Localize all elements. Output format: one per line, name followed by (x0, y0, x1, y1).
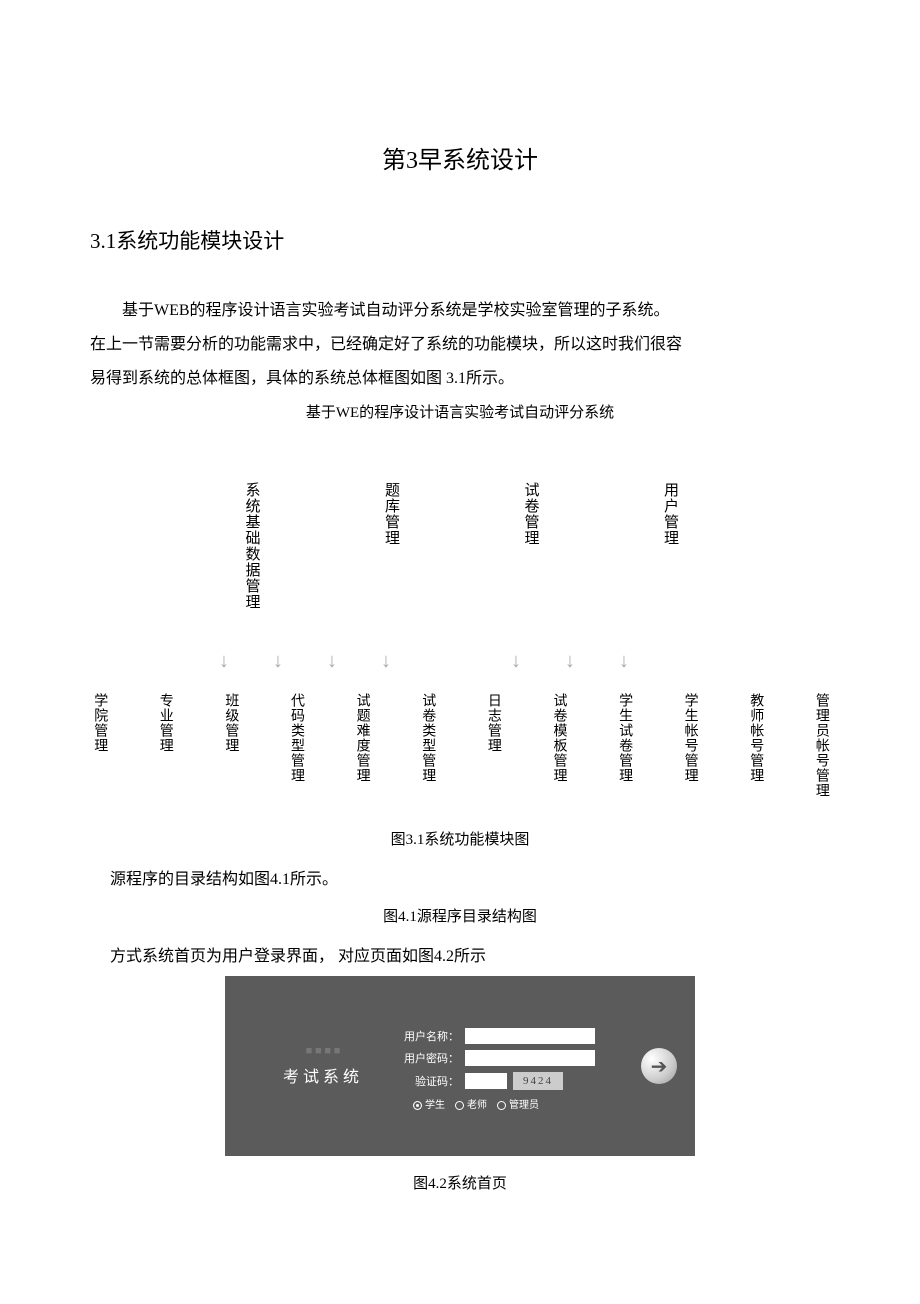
captcha-input[interactable] (465, 1073, 507, 1089)
diagram-root-title: 基于WE的程序设计语言实验考试自动评分系统 (90, 401, 830, 422)
tier2-node: 日志管理 (484, 693, 502, 798)
tier1-node: 题库管理 (381, 482, 401, 610)
username-label: 用户名称： (403, 1028, 459, 1044)
password-input[interactable] (465, 1050, 595, 1066)
tier2-node: 学生试卷管理 (615, 693, 633, 798)
homepage-line: 方式系统首页为用户登录界面， 对应页面如图4.2所示 (110, 942, 830, 966)
tier2-node: 代码类型管理 (287, 693, 305, 798)
tier2-node: 管理员帐号管理 (812, 693, 830, 798)
module-diagram: 系统基础数据管理 题库管理 试卷管理 用户管理 ↓ ↓ ↓ ↓ ↓ ↓ ↓ 学院… (90, 482, 830, 849)
arrow-right-icon: ➔ (651, 1054, 668, 1079)
tier1-node: 用户管理 (660, 482, 680, 610)
section-title: 3.1系统功能模块设计 (90, 225, 830, 255)
login-form: 用户名称： 用户密码： 验证码： 9424 学生 老师 管理员 (403, 1022, 627, 1111)
arrow-down-icon: ↓ (610, 650, 638, 673)
tier2-node: 班级管理 (221, 693, 239, 798)
brand-faded: ■ ■ ■ ■ (243, 1045, 403, 1057)
arrow-down-icon: ↓ (556, 650, 584, 673)
captcha-image: 9424 (513, 1072, 563, 1090)
tier2-node: 学生帐号管理 (680, 693, 698, 798)
source-struct-line: 源程序的目录结构如图4.1所示。 (110, 865, 830, 889)
captcha-label: 验证码： (403, 1073, 459, 1089)
role-admin-radio[interactable]: 管理员 (497, 1096, 539, 1111)
role-student-radio[interactable]: 学生 (413, 1096, 445, 1111)
arrow-down-icon: ↓ (210, 650, 238, 673)
role-radios: 学生 老师 管理员 (403, 1096, 627, 1111)
tier2-node: 试卷类型管理 (418, 693, 436, 798)
figure-4-1-caption: 图4.1源程序目录结构图 (90, 905, 830, 926)
arrow-down-icon: ↓ (372, 650, 400, 673)
tier2-node: 试题难度管理 (352, 693, 370, 798)
tier2-node: 教师帐号管理 (746, 693, 764, 798)
para-1: 基于WEB的程序设计语言实验考试自动评分系统是学校实验室管理的子系统。 (90, 295, 830, 327)
diagram-tier2: 学院管理 专业管理 班级管理 代码类型管理 试题难度管理 试卷类型管理 日志管理… (90, 693, 830, 798)
tier2-node: 试卷模板管理 (549, 693, 567, 798)
arrow-down-icon: ↓ (264, 650, 292, 673)
chapter-title: 第3早系统设计 (90, 140, 830, 175)
tier1-node: 系统基础数据管理 (241, 482, 261, 610)
brand-main: 考试系统 (283, 1069, 363, 1086)
figure-4-2-caption: 图4.2系统首页 (90, 1172, 830, 1193)
username-input[interactable] (465, 1028, 595, 1044)
tier2-node: 学院管理 (90, 693, 108, 798)
login-panel: ■ ■ ■ ■ 考试系统 用户名称： 用户密码： 验证码： 9424 学生 老师… (225, 976, 695, 1156)
arrow-down-icon: ↓ (502, 650, 530, 673)
figure-3-1-caption: 图3.1系统功能模块图 (90, 828, 830, 849)
para-3: 易得到系统的总体框图，具体的系统总体框图如图 3.1所示。 (90, 363, 830, 395)
login-brand: ■ ■ ■ ■ 考试系统 (243, 1045, 403, 1087)
diagram-tier1: 系统基础数据管理 题库管理 试卷管理 用户管理 (90, 482, 830, 610)
login-submit-button[interactable]: ➔ (641, 1048, 677, 1084)
password-label: 用户密码： (403, 1050, 459, 1066)
arrow-down-icon: ↓ (318, 650, 346, 673)
para-2: 在上一节需要分析的功能需求中，已经确定好了系统的功能模块，所以这时我们很容 (90, 329, 830, 361)
tier1-node: 试卷管理 (520, 482, 540, 610)
diagram-arrows-row: ↓ ↓ ↓ ↓ ↓ ↓ ↓ (90, 650, 830, 673)
tier2-node: 专业管理 (156, 693, 174, 798)
role-teacher-radio[interactable]: 老师 (455, 1096, 487, 1111)
